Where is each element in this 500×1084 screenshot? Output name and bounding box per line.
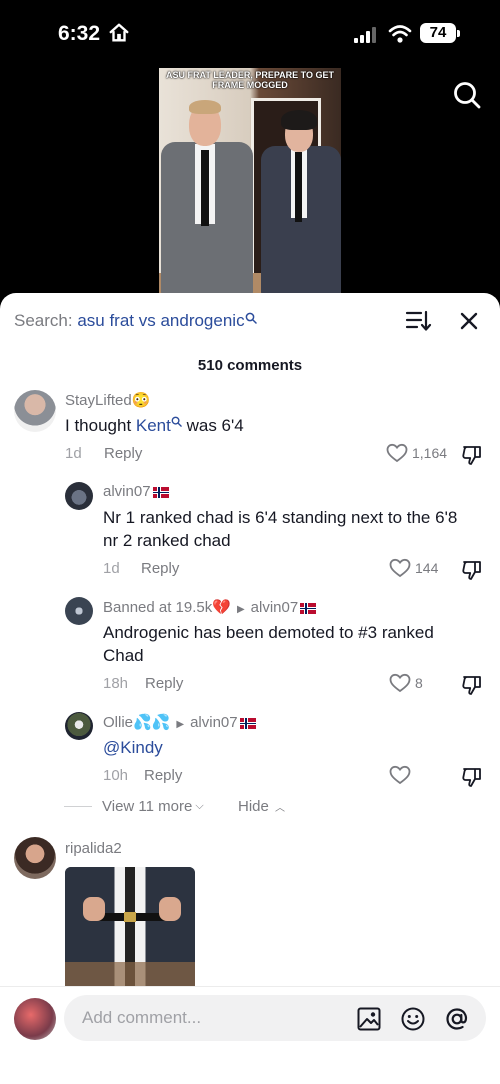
dislike-icon[interactable] [461,674,483,696]
heart-icon [389,673,411,693]
mention-search-icon [171,416,182,427]
search-prefix: Search: [14,311,78,330]
comment-reply-item: alvin07 Nr 1 ranked chad is 6'4 standing… [0,480,500,590]
reply-to-username[interactable]: alvin07 [251,599,299,616]
comment-username[interactable]: alvin07 [103,483,169,500]
heart-icon [386,443,408,463]
avatar[interactable] [14,390,56,432]
mention-icon[interactable] [444,1006,470,1032]
avatar[interactable] [65,482,93,510]
my-avatar [14,998,56,1040]
wifi-icon [388,25,412,43]
like-button[interactable]: 8 [389,673,423,693]
heart-icon [389,765,411,785]
search-query[interactable]: asu frat vs androgenic [77,311,244,330]
home-icon [109,23,129,42]
avatar[interactable] [65,712,93,740]
dislike-icon[interactable] [461,444,483,466]
comment-text: I thought Kent was 6'4 [65,416,244,435]
like-count: 1,164 [412,445,448,461]
status-bar: 6:32 74 [0,0,500,62]
thread-divider [64,806,92,807]
signal-icon [354,27,376,43]
photo-hand-left [83,897,105,921]
comment-time: 18h [103,675,129,692]
comment-username[interactable]: ripalida2 [65,840,122,857]
comment-item: StayLifted😳 I thought Kent was 6'4 1d Re… [0,388,500,468]
like-button[interactable] [389,765,415,785]
search-icon[interactable] [452,80,482,110]
comment-username[interactable]: Ollie💦💦 ▶ alvin07 [103,713,256,731]
comment-input-bar [0,986,500,1084]
avatar[interactable] [65,597,93,625]
comment-username[interactable]: StayLifted😳 [65,391,150,409]
comment-field[interactable] [64,995,486,1041]
comment-photo[interactable] [65,867,195,992]
reply-button[interactable]: Reply [144,767,182,784]
dislike-icon[interactable] [461,766,483,788]
reply-button[interactable]: Reply [141,560,179,577]
comments-sheet: Search: asu frat vs androgenic 510 comme… [0,293,500,1084]
query-search-icon [245,312,257,324]
reply-button[interactable]: Reply [145,675,183,692]
video-caption: ASU FRAT LEADER, PREPARE TO GET FRAME MO… [165,70,334,90]
comment-count: 510 comments [197,357,303,374]
close-icon[interactable] [458,310,480,332]
hide-label: Hide [238,798,269,815]
norway-flag-icon [300,602,317,614]
reply-to-username[interactable]: alvin07 [190,714,238,731]
image-icon[interactable] [356,1006,382,1032]
video-person-right [255,68,341,296]
like-button[interactable]: 1,164 [386,443,447,463]
dislike-icon[interactable] [461,559,483,581]
mention-link[interactable]: Kent [136,416,171,435]
like-button[interactable]: 144 [389,558,438,578]
like-count: 8 [415,675,423,691]
like-count: 144 [415,560,439,576]
add-comment-input[interactable] [82,995,342,1041]
reply-arrow-icon: ▶ [176,719,185,730]
comment-text: Nr 1 ranked chad is 6'4 standing next to… [103,508,458,550]
status-time: 6:32 [58,22,101,45]
reply-button[interactable]: Reply [104,445,142,462]
comment-text: Androgenic has been demoted to #3 ranked… [103,623,434,665]
search-header[interactable]: Search: asu frat vs androgenic [14,311,257,331]
comment-reply-item: Banned at 19.5k💔 ▶ alvin07 Androgenic has … [0,595,500,705]
sort-icon[interactable] [404,308,432,334]
comment-mention[interactable]: @Kindy [103,736,163,759]
comment-time: 1d [65,445,82,462]
comment-time: 1d [103,560,120,577]
norway-flag-icon [239,717,256,729]
emoji-icon[interactable] [400,1006,426,1032]
comment-username[interactable]: Banned at 19.5k💔 ▶ alvin07 [103,598,317,616]
hide-replies-button[interactable]: Hide ︿ [238,798,285,815]
chevron-up-icon: ︿ [275,803,286,814]
photo-buckle [124,912,136,922]
heart-icon [389,558,411,578]
photo-hand-right [159,897,181,921]
reply-arrow-icon: ▶ [236,604,245,615]
comment-reply-item: Ollie💦💦 ▶ alvin07 @Kindy 10h Reply [0,710,500,790]
video-preview[interactable]: ASU FRAT LEADER, PREPARE TO GET FRAME MO… [159,68,341,296]
video-person-left [159,68,259,296]
norway-flag-icon [152,486,169,498]
view-more-label: View 11 more [102,798,193,815]
view-more-replies-button[interactable]: View 11 more ⌵ [64,798,204,815]
battery-indicator: 74 [420,23,460,43]
comment-time: 10h [103,767,129,784]
avatar[interactable] [14,837,56,879]
chevron-down-icon: ⌵ [195,800,204,812]
